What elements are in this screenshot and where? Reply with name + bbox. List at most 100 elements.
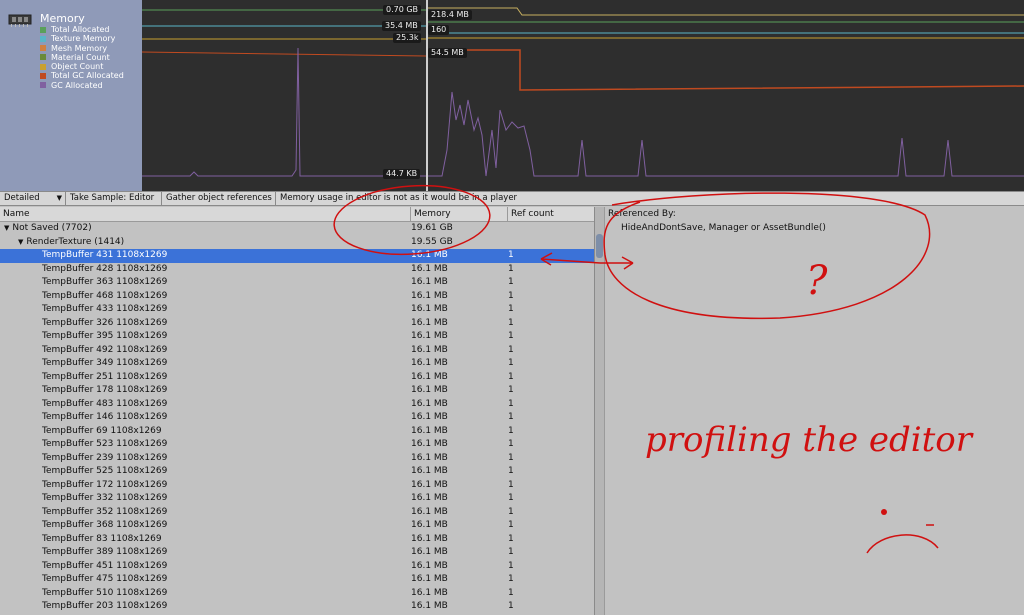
editor-warning-text: Memory usage in editor is not as it woul… [280,193,518,203]
table-row[interactable]: TempBuffer 332 1108x1269 16.1 MB 1 [0,492,594,506]
row-name: TempBuffer 251 1108x1269 [42,371,168,382]
table-row[interactable]: TempBuffer 492 1108x1269 16.1 MB 1 [0,344,594,358]
row-ref-count: 1 [508,506,514,517]
row-name: TempBuffer 69 1108x1269 [42,425,162,436]
legend-item-label: GC Allocated [51,80,103,90]
row-ref-count: 1 [508,479,514,490]
row-name: TempBuffer 492 1108x1269 [42,344,168,355]
label-gc-allocated: 44.7 KB [383,169,421,179]
row-name: TempBuffer 428 1108x1269 [42,263,168,274]
column-header-ref-count[interactable]: Ref count [508,207,594,222]
table-row[interactable]: TempBuffer 475 1108x1269 16.1 MB 1 [0,573,594,587]
row-name: TempBuffer 172 1108x1269 [42,479,168,490]
table-row[interactable]: TempBuffer 525 1108x1269 16.1 MB 1 [0,465,594,479]
table-row[interactable]: TempBuffer 468 1108x1269 16.1 MB 1 [0,290,594,304]
row-ref-count: 1 [508,385,514,395]
legend-item[interactable]: GC Allocated [40,81,124,90]
table-row[interactable]: TempBuffer 451 1108x1269 16.1 MB 1 [0,560,594,574]
table-header: Name Memory Ref count [0,207,594,222]
row-name: TempBuffer 146 1108x1269 [42,412,168,422]
group-memory: 19.61 GB [411,223,453,233]
memory-graph[interactable]: 0.70 GB 35.4 MB 25.3k 44.7 KB 218.4 MB 1… [142,0,1024,191]
table-row[interactable]: TempBuffer 69 1108x1269 16.1 MB 1 [0,425,594,439]
row-name: TempBuffer 475 1108x1269 [42,574,168,584]
row-memory: 16.1 MB [411,493,448,503]
row-memory: 16.1 MB [411,439,448,449]
table-row[interactable]: TempBuffer 395 1108x1269 16.1 MB 1 [0,330,594,344]
row-memory: 16.1 MB [411,601,448,611]
row-ref-count: 1 [508,317,514,328]
label-object-count: 25.3k [393,33,422,43]
referenced-by-value[interactable]: HideAndDontSave, Manager or AssetBundle(… [621,223,826,233]
table-row[interactable]: TempBuffer 83 1108x1269 16.1 MB 1 [0,533,594,547]
row-memory: 16.1 MB [411,398,448,409]
row-memory: 16.1 MB [411,331,448,341]
legend-item[interactable]: Material Count [40,53,124,62]
label-texture-memory: 35.4 MB [382,21,421,31]
table-row[interactable]: TempBuffer 431 1108x1269 16.1 MB 1 [0,249,594,263]
row-name: TempBuffer 395 1108x1269 [42,331,168,341]
table-row[interactable]: TempBuffer 326 1108x1269 16.1 MB 1 [0,317,594,331]
table-row[interactable]: TempBuffer 172 1108x1269 16.1 MB 1 [0,479,594,493]
legend-item[interactable]: Total Allocated [40,25,124,34]
scrollbar-thumb[interactable] [596,234,603,258]
row-memory: 16.1 MB [411,412,448,422]
table-row[interactable]: TempBuffer 203 1108x1269 16.1 MB 1 [0,600,594,614]
column-header-memory[interactable]: Memory [411,207,508,222]
profiling-note-annotation: profiling the editor [645,420,973,460]
row-ref-count: 1 [508,358,514,368]
legend-title: Memory [40,12,85,25]
table-row[interactable]: TempBuffer 433 1108x1269 16.1 MB 1 [0,303,594,317]
label-total-allocated: 0.70 GB [383,5,422,15]
row-ref-count: 1 [508,560,514,571]
table-row[interactable]: TempBuffer 178 1108x1269 16.1 MB 1 [0,384,594,398]
view-mode-dropdown[interactable]: Detailed ▼ [0,192,66,205]
row-ref-count: 1 [508,344,514,355]
group-name: Not Saved (7702) [12,223,92,233]
table-row[interactable]: TempBuffer 239 1108x1269 16.1 MB 1 [0,452,594,466]
row-name: TempBuffer 510 1108x1269 [42,587,168,598]
legend-item[interactable]: Mesh Memory [40,44,124,53]
table-row[interactable]: TempBuffer 389 1108x1269 16.1 MB 1 [0,546,594,560]
table-row[interactable]: TempBuffer 483 1108x1269 16.1 MB 1 [0,398,594,412]
row-memory: 16.1 MB [411,452,448,463]
table-row[interactable]: TempBuffer 146 1108x1269 16.1 MB 1 [0,411,594,425]
table-scrollbar[interactable] [594,207,604,615]
expand-triangle-icon[interactable]: ▼ [18,236,23,250]
table-row[interactable]: TempBuffer 352 1108x1269 16.1 MB 1 [0,506,594,520]
gather-references-button[interactable]: Gather object references [162,192,276,205]
row-ref-count: 1 [508,439,514,449]
legend-swatch [40,35,46,42]
legend-item[interactable]: Total GC Allocated [40,71,124,80]
table-row[interactable]: TempBuffer 510 1108x1269 16.1 MB 1 [0,587,594,601]
row-ref-count: 1 [508,412,514,422]
table-row[interactable]: TempBuffer 523 1108x1269 16.1 MB 1 [0,438,594,452]
table-row[interactable]: TempBuffer 251 1108x1269 16.1 MB 1 [0,371,594,385]
row-name: TempBuffer 483 1108x1269 [42,398,168,409]
row-memory: 16.1 MB [411,304,448,314]
row-memory: 16.1 MB [411,317,448,328]
legend-list: Total Allocated Texture Memory Mesh Memory… [40,25,124,90]
table-row[interactable]: TempBuffer 428 1108x1269 16.1 MB 1 [0,263,594,277]
memory-legend-panel: Memory Total Allocated Texture Memory Mesh… [0,0,142,191]
group-row-not-saved[interactable]: ▼ Not Saved (7702) 19.61 GB [0,222,594,236]
expand-triangle-icon[interactable]: ▼ [4,222,9,236]
table-row[interactable]: TempBuffer 368 1108x1269 16.1 MB 1 [0,519,594,533]
legend-item[interactable]: Object Count [40,62,124,71]
row-ref-count: 1 [508,547,514,557]
graph-lines [142,0,1024,191]
group-name: RenderTexture (1414) [26,236,125,247]
legend-item[interactable]: Texture Memory [40,34,124,43]
row-ref-count: 1 [508,398,514,409]
label-mesh-memory: 218.4 MB [428,10,472,20]
row-ref-count: 1 [508,304,514,314]
table-row[interactable]: TempBuffer 349 1108x1269 16.1 MB 1 [0,357,594,371]
row-memory: 16.1 MB [411,574,448,584]
group-row-render-texture[interactable]: ▼ RenderTexture (1414) 19.55 GB [0,236,594,250]
table-row[interactable]: TempBuffer 363 1108x1269 16.1 MB 1 [0,276,594,290]
row-ref-count: 1 [508,290,514,301]
row-memory: 16.1 MB [411,263,448,274]
take-sample-button[interactable]: Take Sample: Editor [66,192,162,205]
column-header-name[interactable]: Name [0,207,411,222]
row-memory: 16.1 MB [411,479,448,490]
